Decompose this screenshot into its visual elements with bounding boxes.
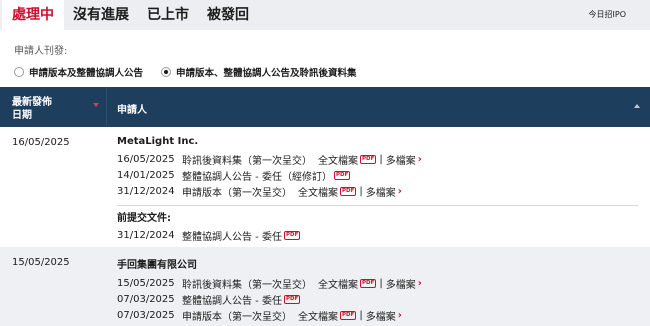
column-header-date-line1: 最新發佈 [12,97,52,108]
sort-descending-icon[interactable] [93,103,99,107]
doc-title: 申請版本（第一次呈交） [182,311,292,323]
applications-table: 最新發佈 日期 申請人 16/05/2025 MetaLight Inc. 16… [0,87,650,326]
chevron-right-icon[interactable]: › [418,278,422,289]
doc-title: 聆訊後資料集（第一次呈交） [182,155,312,167]
doc-date: 31/12/2024 [117,229,175,241]
doc-date: 07/03/2025 [117,293,175,305]
publication-filter: 申請人刊發: 申請版本及整體協調人公告 申請版本、整體協調人公告及聆訊後資料集 [0,30,650,79]
doc-line: 31/12/2024 申請版本（第一次呈交） 全文檔案 PDF | 多檔案 › [117,183,650,199]
pdf-icon[interactable]: PDF [333,170,351,180]
row-date: 16/05/2025 [0,127,107,247]
pdf-icon[interactable]: PDF [283,294,301,304]
doc-title: 整體協調人公告 - 委任（經修訂） [182,171,332,183]
tab-returned[interactable]: 被發回 [198,0,258,30]
tab-no-progress[interactable]: 沒有進展 [64,0,138,30]
tab-bar: 處理中 沒有進展 已上市 被發回 今日招IPO [0,0,650,30]
separator: | [359,185,363,197]
separator: | [359,309,363,321]
doc-title: 聆訊後資料集（第一次呈交） [182,279,312,291]
doc-line: 14/01/2025 整體協調人公告 - 委任（經修訂） PDF [117,167,650,183]
separator: | [379,277,383,289]
filter-option-application-oc-phip[interactable]: 申請版本、整體協調人公告及聆訊後資料集 [161,65,357,79]
filter-option-label: 申請版本及整體協調人公告 [29,68,144,79]
doc-title: 整體協調人公告 - 委任 [182,231,282,243]
doc-title: 申請版本（第一次呈交） [182,187,292,199]
doc-date: 07/03/2025 [117,309,175,321]
doc-title: 整體協調人公告 - 委任 [182,295,282,307]
filter-label: 申請人刊發: [14,46,68,57]
table-row: 16/05/2025 MetaLight Inc. 16/05/2025 聆訊後… [0,127,650,247]
doc-date: 16/05/2025 [117,153,175,165]
tab-processing[interactable]: 處理中 [2,0,64,30]
pdf-icon[interactable]: PDF [340,310,357,320]
row-applicant-cell: MetaLight Inc. 16/05/2025 聆訊後資料集（第一次呈交） … [107,127,650,247]
full-text-link[interactable]: 全文檔案 [298,308,338,323]
doc-date: 31/12/2024 [117,185,175,197]
company-name[interactable]: 手回集團有限公司 [117,256,650,271]
more-files-link[interactable]: 多檔案 [366,308,396,323]
pdf-icon[interactable]: PDF [360,278,377,288]
doc-line: 15/05/2025 聆訊後資料集（第一次呈交） 全文檔案 PDF | 多檔案 … [117,275,650,291]
full-text-link[interactable]: 全文檔案 [318,276,358,291]
pdf-icon[interactable]: PDF [360,154,377,164]
table-row: 15/05/2025 手回集團有限公司 15/05/2025 聆訊後資料集（第一… [0,247,650,326]
full-text-link[interactable]: 全文檔案 [298,184,338,199]
column-header-date[interactable]: 最新發佈 日期 [0,87,107,127]
doc-line: 16/05/2025 聆訊後資料集（第一次呈交） 全文檔案 PDF | 多檔案 … [117,151,650,167]
filter-option-application-and-oc[interactable]: 申請版本及整體協調人公告 [14,65,143,79]
column-header-applicant[interactable]: 申請人 [107,87,650,127]
separator: | [379,153,383,165]
tab-listed[interactable]: 已上市 [138,0,198,30]
filter-radio-group: 申請版本及整體協調人公告 申請版本、整體協調人公告及聆訊後資料集 [14,65,636,79]
column-header-date-line2: 日期 [12,110,32,121]
sort-ascending-icon[interactable] [634,104,640,108]
chevron-right-icon[interactable]: › [398,186,402,197]
pdf-icon[interactable]: PDF [283,230,301,240]
company-name[interactable]: MetaLight Inc. [117,136,650,147]
more-files-link[interactable]: 多檔案 [386,152,416,167]
full-text-link[interactable]: 全文檔案 [318,152,358,167]
radio-selected-icon [161,67,172,77]
table-header: 最新發佈 日期 申請人 [0,87,650,127]
more-files-link[interactable]: 多檔案 [366,184,396,199]
filter-option-label: 申請版本、整體協調人公告及聆訊後資料集 [176,68,357,79]
more-files-link[interactable]: 多檔案 [386,276,416,291]
prior-submissions-label: 前提交文件: [117,213,171,224]
pdf-icon[interactable]: PDF [340,186,357,196]
chevron-right-icon[interactable]: › [398,310,402,321]
ipo-today-link[interactable]: 今日招IPO [589,9,626,20]
divider [117,205,638,206]
doc-line: 07/03/2025 整體協調人公告 - 委任 PDF [117,291,650,307]
chevron-right-icon[interactable]: › [418,154,422,165]
doc-line: 07/03/2025 申請版本（第一次呈交） 全文檔案 PDF | 多檔案 › [117,307,650,323]
row-applicant-cell: 手回集團有限公司 15/05/2025 聆訊後資料集（第一次呈交） 全文檔案 P… [107,247,650,326]
row-date: 15/05/2025 [0,247,107,326]
doc-line: 31/12/2024 整體協調人公告 - 委任 PDF [117,227,650,243]
doc-date: 14/01/2025 [117,169,175,181]
column-header-applicant-label: 申請人 [117,105,147,116]
doc-date: 15/05/2025 [117,277,175,289]
radio-unselected-icon [14,67,24,77]
